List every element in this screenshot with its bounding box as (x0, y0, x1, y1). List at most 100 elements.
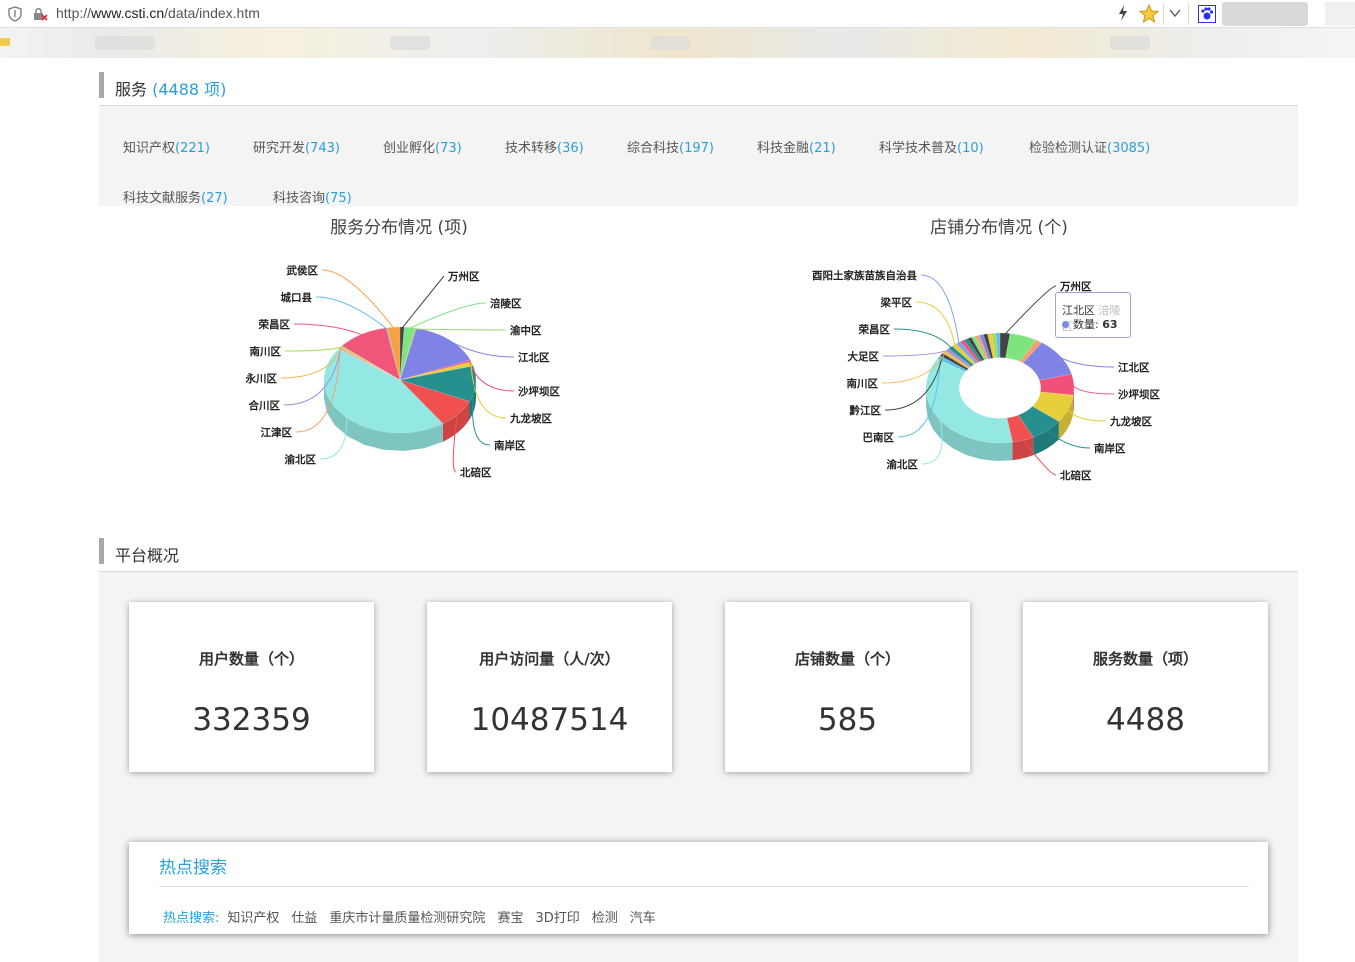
label-line (1071, 384, 1115, 395)
category-link[interactable]: 综合科技(197) (627, 137, 714, 156)
store-distribution-donut-chart[interactable]: 万州区江北区沙坪坝区九龙坡区南岸区北碚区渝北区巴南区黔江区南川区大足区荣昌区梁平… (780, 240, 1220, 510)
slice-label: 永川区 (245, 372, 278, 385)
slice-label: 江津区 (261, 426, 293, 439)
slice-label: 南川区 (250, 345, 282, 358)
slice-label: 沙坪坝区 (1118, 388, 1160, 401)
slice-label: 酉阳土家族苗族自治县 (812, 269, 917, 282)
stat-value: 585 (817, 702, 878, 738)
stat-card-users: 用户数量（个） 332359 (129, 602, 374, 772)
slice-label: 合川区 (248, 399, 281, 412)
hot-keyword-link[interactable]: 3D打印 (535, 911, 579, 926)
slice-label: 巴南区 (863, 431, 895, 444)
label-line (915, 301, 956, 346)
platform-section-header: 平台概况 (99, 536, 1298, 572)
shield-icon (8, 6, 22, 22)
donut-hole (959, 357, 1041, 419)
slice-label: 城口县 (281, 291, 313, 304)
slice-label: 梁平区 (880, 296, 913, 309)
stat-card-visits: 用户访问量（人/次） 10487514 (427, 602, 672, 772)
label-line (470, 364, 507, 419)
hot-keyword-link[interactable]: 赛宝 (497, 911, 523, 926)
label-line (401, 275, 445, 329)
label-line (1004, 285, 1057, 335)
slice-label: 渝北区 (887, 458, 919, 471)
label-line (315, 296, 388, 330)
address-bar[interactable]: http://www.csti.cn/data/index.htm (0, 0, 1355, 28)
hot-search-title: 热点搜索 (159, 858, 227, 878)
category-panel: 知识产权(221) 研究开发(743) 创业孵化(73) 技术转移(36) 综合… (99, 106, 1298, 206)
chevron-down-icon[interactable] (1168, 7, 1182, 19)
baidu-search-icon[interactable] (1198, 5, 1216, 23)
label-line (415, 328, 507, 331)
divider (159, 886, 1249, 887)
slice-label: 渝中区 (510, 324, 542, 337)
hot-search-box: 热点搜索 热点搜索: 知识产权 仕益 重庆市计量质量检测研究院 赛宝 3D打印 检测 汽车 (129, 842, 1268, 934)
slice-label: 南岸区 (494, 439, 526, 452)
stat-value: 332359 (192, 702, 311, 738)
slice-label: 南川区 (847, 377, 879, 390)
hot-keyword-link[interactable]: 汽车 (630, 911, 656, 926)
category-link[interactable]: 创业孵化(73) (383, 137, 462, 156)
slice-label: 万州区 (447, 271, 480, 283)
platform-title: 平台概况 (115, 546, 180, 565)
category-link[interactable]: 科技文献服务(27) (123, 187, 228, 206)
label-line (468, 361, 515, 392)
slice-label: 九龙坡区 (1109, 415, 1152, 428)
label-line (893, 328, 952, 349)
category-link[interactable]: 技术转移(36) (505, 137, 584, 156)
series-dot-icon (1062, 321, 1069, 328)
stat-label: 用户数量（个） (198, 650, 304, 668)
slice-label: 南岸区 (1094, 442, 1126, 455)
stat-value: 10487514 (470, 702, 629, 738)
slice-label: 荣昌区 (858, 323, 891, 336)
tooltip-value: 63 (1102, 318, 1118, 331)
folder-icon[interactable] (0, 38, 10, 46)
label-line (882, 349, 949, 357)
slice-label: 渝北区 (285, 453, 317, 466)
label-line (293, 323, 363, 336)
hot-keyword-link[interactable]: 知识产权 (227, 911, 279, 926)
blurred-account-area (1222, 2, 1308, 26)
stat-label: 店铺数量（个） (794, 650, 900, 668)
hot-keyword-link[interactable]: 检测 (592, 911, 618, 926)
slice-label: 黔江区 (850, 404, 882, 417)
services-section-header: 服务 (4488 项) (99, 70, 1298, 106)
label-line (284, 346, 343, 352)
slice-label: 九龙坡区 (509, 412, 552, 425)
slice-label: 北碚区 (460, 466, 492, 479)
url-text[interactable]: http://www.csti.cn/data/index.htm (56, 5, 260, 21)
right-chart-title: 店铺分布情况 (个) (930, 218, 1068, 238)
stat-label: 用户访问量（人/次） (479, 650, 620, 668)
slice-label: 武侯区 (287, 264, 319, 277)
lightning-icon[interactable] (1117, 4, 1129, 22)
slice-label: 沙坪坝区 (518, 385, 560, 398)
hot-keyword-link[interactable]: 重庆市计量质量检测研究院 (329, 911, 485, 926)
left-chart-title: 服务分布情况 (项) (330, 218, 468, 238)
slice-label: 北碚区 (1060, 469, 1092, 482)
category-link[interactable]: 检验检测认证(3085) (1029, 137, 1150, 156)
stat-card-services: 服务数量（项） 4488 (1023, 602, 1268, 772)
slice-label: 荣昌区 (258, 318, 291, 331)
hot-search-label: 热点搜索: (163, 911, 220, 926)
chart-tooltip: 江北区 涪陵区 数量: 63 (1055, 292, 1131, 338)
services-title: 服务 (4488 项) (115, 80, 227, 99)
stat-label: 服务数量（项） (1092, 650, 1198, 668)
insecure-lock-icon[interactable] (32, 6, 48, 22)
category-link[interactable]: 知识产权(221) (123, 137, 210, 156)
stat-value: 4488 (1106, 702, 1185, 738)
stat-card-stores: 店铺数量（个） 585 (725, 602, 970, 772)
hot-keyword-link[interactable]: 仕益 (291, 911, 317, 926)
label-line (409, 302, 487, 329)
category-link[interactable]: 科技金融(21) (757, 137, 836, 156)
category-link[interactable]: 科学技术普及(10) (879, 137, 984, 156)
slice-label: 涪陵区 (490, 297, 522, 310)
slice-label: 江北区 (1118, 361, 1150, 374)
category-link[interactable]: 研究开发(743) (253, 137, 340, 156)
slice-label: 江北区 (518, 351, 550, 364)
favorite-star-icon[interactable] (1139, 4, 1159, 24)
tooltip-label: 数量: (1073, 318, 1099, 331)
category-link[interactable]: 科技咨询(75) (273, 187, 352, 206)
slice-label: 大足区 (848, 350, 880, 363)
service-distribution-pie-chart[interactable]: 万州区涪陵区渝中区江北区沙坪坝区九龙坡区南岸区北碚区 渝北区 江津区 合川区 永川区 南川… (200, 240, 620, 510)
hot-search-row: 热点搜索: 知识产权 仕益 重庆市计量质量检测研究院 赛宝 3D打印 检测 汽车 (163, 907, 668, 926)
